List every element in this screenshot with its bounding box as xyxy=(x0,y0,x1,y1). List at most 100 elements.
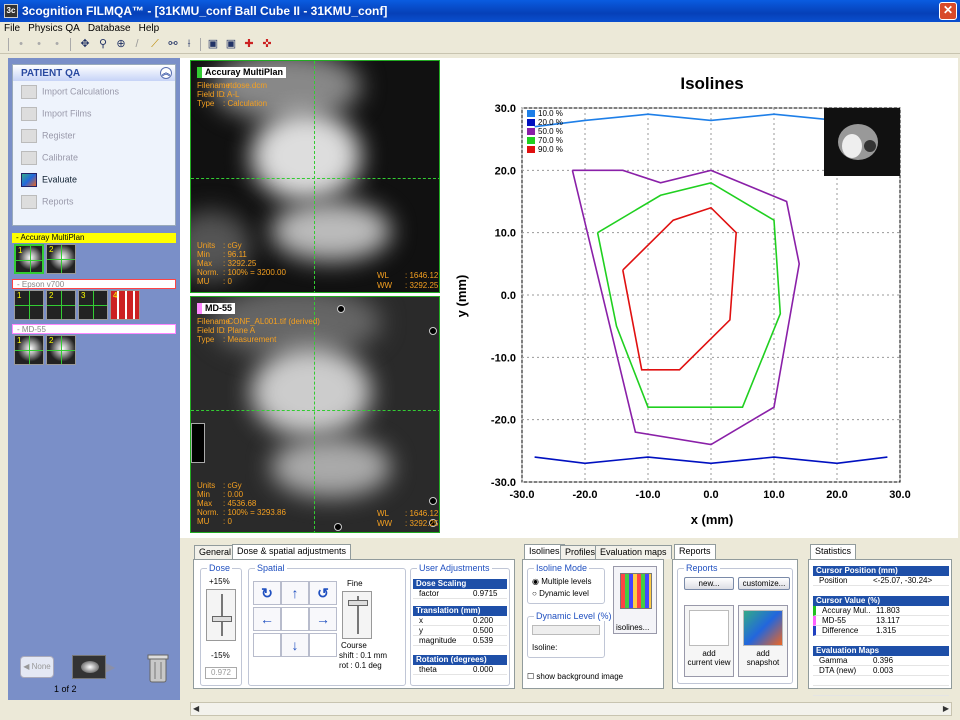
cursor-position-table: Cursor Position (mm) Position <-25.07, -3… xyxy=(813,566,949,586)
user-adjustments-group: User Adjustments Dose Scaling factor 0.97… xyxy=(410,563,510,686)
rotate-ccw-button[interactable]: ↺ xyxy=(309,581,337,605)
blank2-button[interactable] xyxy=(309,633,337,657)
tab-dose-spatial[interactable]: Dose & spatial adjustments xyxy=(232,544,352,559)
crosshair-icon[interactable]: ✚ xyxy=(242,37,256,51)
isolines-button[interactable]: isolines... xyxy=(613,566,657,634)
isolines-panel: Isoline Mode ◉ Multiple levels ○ Dynamic… xyxy=(522,559,664,689)
trash-icon[interactable] xyxy=(146,652,170,684)
left-button[interactable]: ← xyxy=(253,607,281,631)
legend-swatch-3 xyxy=(527,128,535,135)
import-films-item[interactable]: Import Films xyxy=(21,107,92,127)
point3-icon[interactable]: • xyxy=(50,37,64,51)
scroll-right-icon[interactable]: ▶ xyxy=(943,704,949,713)
fine-course-slider[interactable] xyxy=(342,591,372,639)
dose-slider[interactable] xyxy=(206,589,236,641)
calibrate-item[interactable]: Calibrate xyxy=(21,151,78,171)
menu-physics-qa[interactable]: Physics QA xyxy=(24,22,84,35)
title-bar: 3c 3cognition FILMQA™ - [31KMU_conf Ball… xyxy=(0,0,960,22)
thumb-epson-4[interactable]: 4 xyxy=(110,290,140,320)
menu-database[interactable]: Database xyxy=(84,22,135,35)
right-button[interactable]: → xyxy=(309,607,337,631)
dose-value-field[interactable]: 0.972 xyxy=(205,667,237,679)
import-films-icon xyxy=(21,107,37,121)
isolines-plot[interactable]: Isolines -30.0 -20.0 -10.0 0.0 10.0 20.0 30.0 3… xyxy=(446,60,951,530)
y-tick-label: 0.0 xyxy=(501,290,516,302)
chart-title: Isolines xyxy=(680,74,743,93)
dose-stats-bottom: Units: cGy Min: 0.00 Max: 4536.68 Norm.:… xyxy=(197,481,286,526)
thumb-md55-2[interactable]: 2 xyxy=(46,335,76,365)
down-button[interactable]: ↓ xyxy=(281,633,309,657)
crosshair2-icon[interactable]: ✜ xyxy=(260,37,274,51)
nav-thumbnail[interactable] xyxy=(72,655,106,679)
point-icon[interactable]: • xyxy=(14,37,28,51)
dynamic-level-group: Dynamic Level (%) Isoline: xyxy=(527,611,614,658)
thumb-epson-3[interactable]: 3 xyxy=(78,290,108,320)
thumb-accuray-1[interactable]: 1 xyxy=(14,244,44,274)
thumb-md55-1[interactable]: 1 xyxy=(14,335,44,365)
menu-help[interactable]: Help xyxy=(135,22,164,35)
rotate-cw-button[interactable]: ↻ xyxy=(253,581,281,605)
reports-icon xyxy=(21,195,37,209)
x-tick-label: -10.0 xyxy=(635,489,660,501)
tab-profiles[interactable]: Profiles xyxy=(560,545,601,559)
point2-icon[interactable]: • xyxy=(32,37,46,51)
evaluate-item[interactable]: Evaluate xyxy=(21,173,77,193)
multiple-levels-radio[interactable]: ◉ Multiple levels xyxy=(532,577,591,586)
horizontal-scrollbar[interactable]: ◀ ▶ xyxy=(190,702,952,716)
toolbar: • • • ✥ ⚲ ⊕ / ⟋ ⚯ ⟊ ▣ ▣ ✚ ✜ xyxy=(0,35,960,54)
legend-swatch-5 xyxy=(527,146,535,153)
scroll-left-icon[interactable]: ◀ xyxy=(193,704,199,713)
group-md55[interactable]: - MD-55 xyxy=(12,324,176,334)
ruler-icon[interactable]: ⟊ xyxy=(182,37,196,51)
collapse-icon[interactable]: ︽ xyxy=(160,67,172,79)
group-accuray[interactable]: - Accuray MultiPlan xyxy=(12,233,176,243)
blank-button[interactable] xyxy=(253,633,281,657)
dose-image-bottom[interactable]: MD-55 Filename: CONF_AL001.tif (derived)… xyxy=(190,296,440,533)
y-tick-label: 30.0 xyxy=(495,103,516,115)
legend-swatch-1 xyxy=(527,110,535,117)
isolines-chart[interactable]: Isolines -30.0 -20.0 -10.0 0.0 10.0 20.0 30.0 3… xyxy=(446,60,951,530)
menu-file[interactable]: File xyxy=(0,22,24,35)
register-icon xyxy=(21,129,37,143)
tab-evaluation-maps[interactable]: Evaluation maps xyxy=(595,545,672,559)
group-epson[interactable]: - Epson v700 xyxy=(12,279,176,289)
pan-icon[interactable]: ✥ xyxy=(78,37,92,51)
fit-all-icon[interactable]: ▣ xyxy=(224,37,238,51)
thumb-epson-1[interactable]: 1 xyxy=(14,290,44,320)
prev-button[interactable]: ◀ None xyxy=(20,656,54,678)
chart-legend: 10.0 %20.0 %50.0 %70.0 %90.0 % xyxy=(527,109,563,154)
dynamic-level-slider[interactable] xyxy=(532,625,600,635)
x-tick-label: -20.0 xyxy=(572,489,597,501)
profile-icon[interactable]: ⟋ xyxy=(148,37,162,51)
y-tick-label: -30.0 xyxy=(491,477,516,489)
tab-general[interactable]: General xyxy=(194,545,237,559)
tab-isolines[interactable]: Isolines xyxy=(524,544,565,559)
tab-statistics[interactable]: Statistics xyxy=(810,544,857,559)
import-calculations-item[interactable]: Import Calculations xyxy=(21,85,119,105)
tab-reports[interactable]: Reports xyxy=(674,544,716,559)
add-current-view-button[interactable]: add current view xyxy=(684,605,734,677)
next-icon[interactable]: ▶ xyxy=(106,660,115,674)
reports-item[interactable]: Reports xyxy=(21,195,74,215)
thumb-epson-2[interactable]: 2 xyxy=(46,290,76,320)
dynamic-level-radio[interactable]: ○ Dynamic level xyxy=(532,589,589,598)
add-snapshot-button[interactable]: add snapshot xyxy=(738,605,788,677)
legend-swatch-4 xyxy=(527,137,535,144)
patient-qa-header[interactable]: PATIENT QA ︽ xyxy=(13,65,175,81)
dose-image-top[interactable]: Accuray MultiPlan Filename: rtdose.dcm F… xyxy=(190,60,440,293)
up-button[interactable]: ↑ xyxy=(281,581,309,605)
customize-button[interactable]: customize... xyxy=(738,577,790,590)
line-icon[interactable]: / xyxy=(130,37,144,51)
close-button[interactable]: ✕ xyxy=(939,2,957,20)
zoom-icon[interactable]: ⚲ xyxy=(96,37,110,51)
show-bg-checkbox[interactable]: ☐ show background image xyxy=(527,672,623,681)
fit-icon[interactable]: ▣ xyxy=(206,37,220,51)
new-report-button[interactable]: new... xyxy=(684,577,734,590)
measure-icon[interactable]: ⚯ xyxy=(166,37,180,51)
zoom-in-icon[interactable]: ⊕ xyxy=(114,37,128,51)
thumb-accuray-2[interactable]: 2 xyxy=(46,244,76,274)
register-item[interactable]: Register xyxy=(21,129,76,149)
center-button[interactable] xyxy=(281,607,309,631)
evaluation-maps-table: Evaluation Maps Gamma 0.396 DTA (new) 0.00… xyxy=(813,646,949,696)
y-tick-label: 20.0 xyxy=(495,165,516,177)
